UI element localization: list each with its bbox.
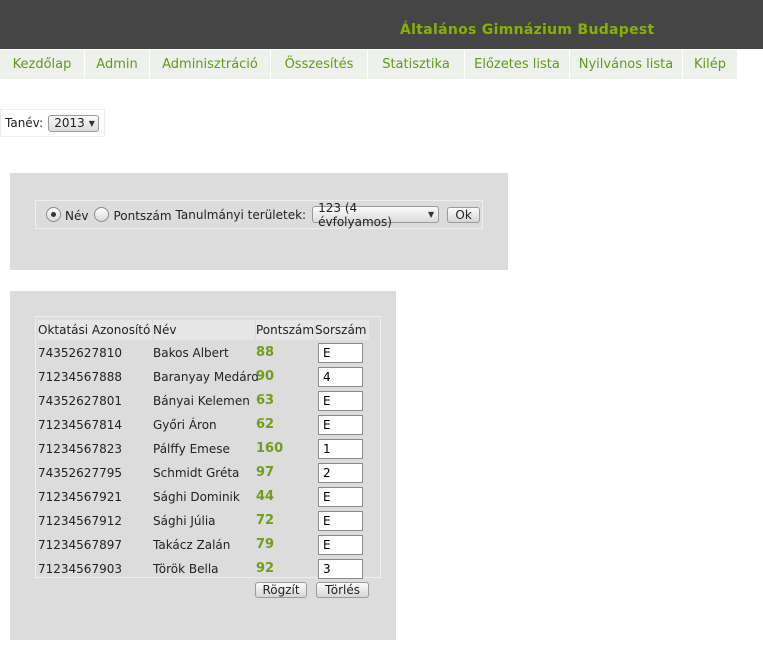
rank-input[interactable] bbox=[318, 535, 363, 555]
nav-item-5[interactable]: Előzetes lista bbox=[465, 50, 569, 79]
radio-score-label: Pontszám bbox=[113, 209, 172, 223]
row-score: 88 bbox=[256, 345, 275, 360]
row-name: Sághi Dominik bbox=[153, 490, 240, 504]
radio-sort-by-name[interactable] bbox=[46, 207, 61, 222]
save-button[interactable]: Rögzít bbox=[255, 582, 307, 598]
nav-item-7[interactable]: Kilép bbox=[683, 50, 737, 79]
row-id: 74352627810 bbox=[38, 346, 122, 360]
year-select[interactable]: 2013 ▼ bbox=[48, 114, 100, 132]
rank-input[interactable] bbox=[318, 511, 363, 531]
column-header: Sorszám bbox=[315, 320, 369, 340]
year-label: Tanév: bbox=[5, 116, 44, 130]
row-name: Bakos Albert bbox=[153, 346, 229, 360]
row-name: Győri Áron bbox=[153, 418, 217, 432]
year-selector-box: Tanév: 2013 ▼ bbox=[0, 109, 105, 137]
row-score: 160 bbox=[256, 441, 284, 456]
school-title: Általános Gimnázium Budapest bbox=[400, 22, 655, 38]
rank-input[interactable] bbox=[318, 439, 363, 459]
row-name: Takácz Zalán bbox=[153, 538, 231, 552]
row-name: Sághi Júlia bbox=[153, 514, 216, 528]
row-id: 71234567912 bbox=[38, 514, 122, 528]
rank-input[interactable] bbox=[318, 559, 363, 579]
row-id: 71234567897 bbox=[38, 538, 122, 552]
app-header: Általános Gimnázium Budapest bbox=[0, 0, 763, 49]
row-score: 63 bbox=[256, 393, 275, 408]
main-nav: Kezdőlap Admin Adminisztráció Összesítés Sta… bbox=[0, 50, 763, 79]
chevron-down-icon: ▼ bbox=[427, 210, 435, 219]
row-name: Török Bella bbox=[153, 562, 219, 576]
column-header: Pontszám bbox=[256, 320, 314, 340]
row-name: Schmidt Gréta bbox=[153, 466, 240, 480]
row-score: 72 bbox=[256, 513, 275, 528]
ok-button[interactable]: Ok bbox=[447, 206, 481, 223]
row-id: 71234567903 bbox=[38, 562, 122, 576]
row-score: 97 bbox=[256, 465, 275, 480]
nav-item-4[interactable]: Statisztika bbox=[368, 50, 464, 79]
ranking-table: Oktatási Azonosító Név Pontszám Sorszám 7435… bbox=[35, 316, 381, 579]
rank-input[interactable] bbox=[318, 415, 363, 435]
row-score: 92 bbox=[256, 561, 275, 576]
area-value: 123 (4 évfolyamos) bbox=[318, 200, 392, 229]
row-score: 90 bbox=[256, 369, 275, 384]
nav-item-3[interactable]: Összesítés bbox=[271, 50, 367, 79]
column-header: Oktatási Azonosító bbox=[38, 320, 152, 340]
row-score: 79 bbox=[256, 537, 275, 552]
row-name: Bányai Kelemen bbox=[153, 394, 250, 408]
radio-sort-by-score[interactable] bbox=[94, 207, 110, 222]
rank-input[interactable] bbox=[318, 487, 363, 507]
row-id: 71234567921 bbox=[38, 490, 122, 504]
nav-item-6[interactable]: Nyilvános lista bbox=[570, 50, 682, 79]
column-header: Név bbox=[153, 320, 255, 340]
area-select[interactable]: 123 (4 évfolyamos) ▼ bbox=[312, 201, 440, 229]
rank-input[interactable] bbox=[318, 367, 363, 387]
nav-item-1[interactable]: Admin bbox=[85, 50, 149, 79]
radio-name-label: Név bbox=[65, 209, 89, 223]
row-score: 44 bbox=[256, 489, 275, 504]
ranking-panel: Oktatási Azonosító Név Pontszám Sorszám 7435… bbox=[10, 291, 396, 640]
filter-panel: Név Pontszám Tanulmányi területek: 123 (… bbox=[10, 173, 508, 270]
year-value: 2013 bbox=[54, 116, 85, 130]
row-id: 74352627801 bbox=[38, 394, 122, 408]
rank-input[interactable] bbox=[318, 391, 363, 411]
rank-input[interactable] bbox=[318, 463, 363, 483]
row-name: Baranyay Medárd bbox=[153, 370, 259, 384]
filter-bar: Név Pontszám Tanulmányi területek: 123 (… bbox=[35, 200, 483, 229]
row-id: 71234567823 bbox=[38, 442, 122, 456]
row-id: 71234567814 bbox=[38, 418, 122, 432]
row-id: 71234567888 bbox=[38, 370, 122, 384]
row-score: 62 bbox=[256, 417, 275, 432]
delete-button[interactable]: Törlés bbox=[316, 582, 369, 598]
row-id: 74352627795 bbox=[38, 466, 122, 480]
rank-input[interactable] bbox=[318, 343, 363, 363]
nav-item-0[interactable]: Kezdőlap bbox=[0, 50, 84, 79]
row-name: Pálffy Emese bbox=[153, 442, 230, 456]
nav-item-2[interactable]: Adminisztráció bbox=[150, 50, 270, 79]
chevron-down-icon: ▼ bbox=[88, 118, 95, 128]
area-label: Tanulmányi területek: bbox=[175, 207, 307, 222]
